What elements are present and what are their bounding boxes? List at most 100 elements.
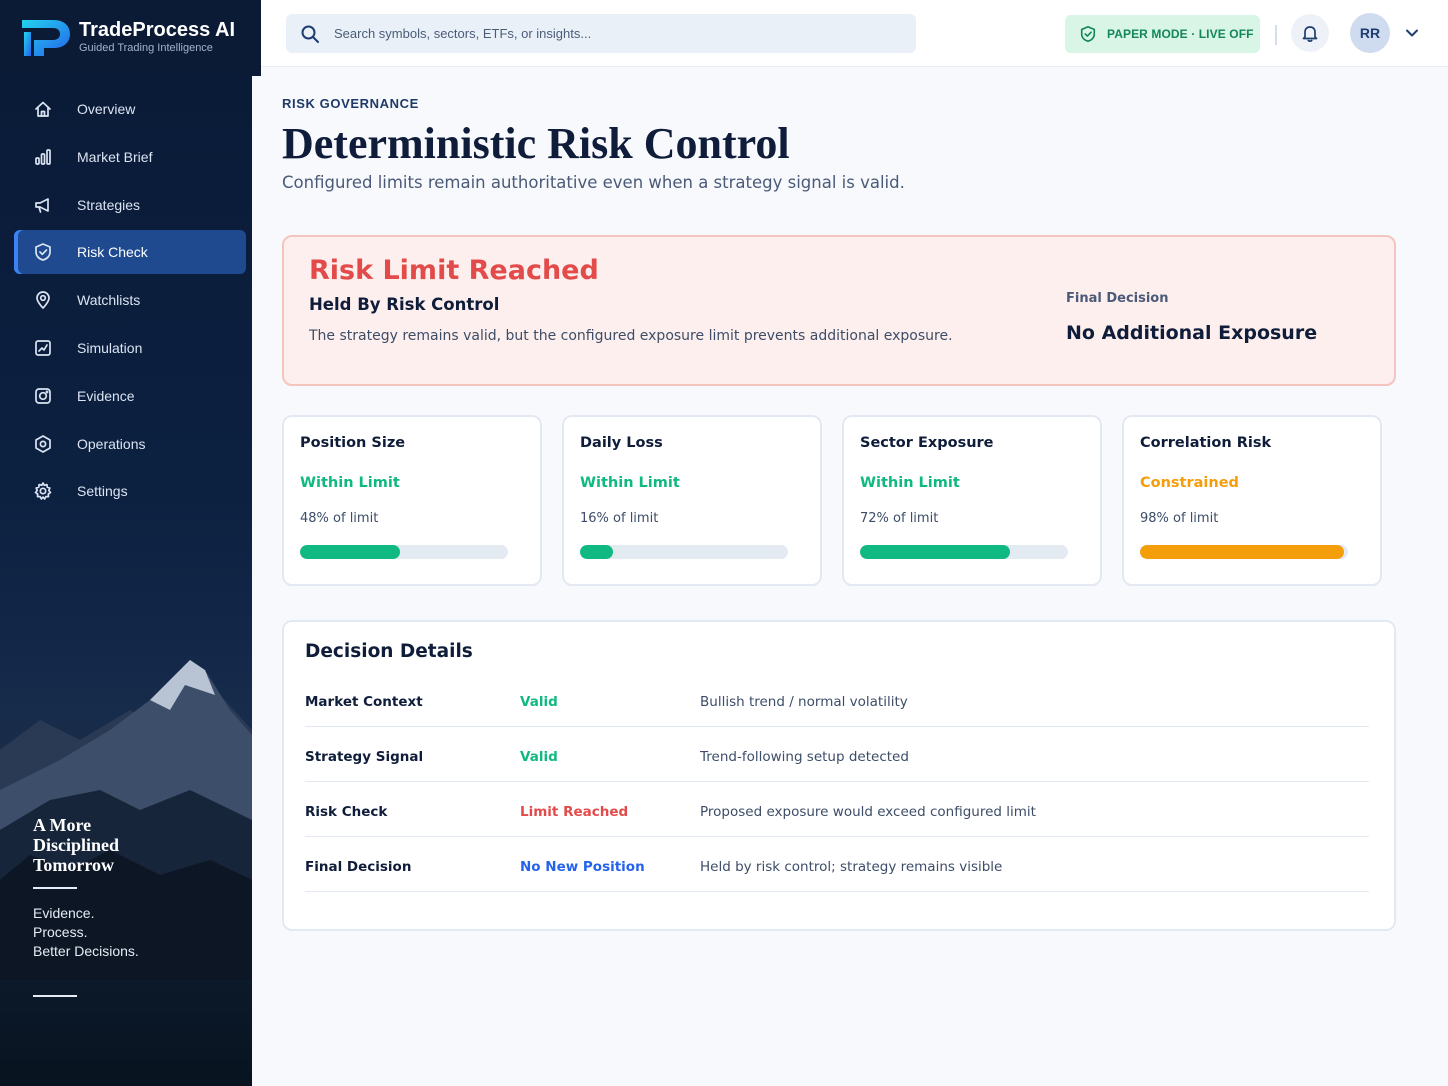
gear-icon <box>30 480 56 502</box>
row-label: Market Context <box>305 694 423 710</box>
sidebar-item-label: Risk Check <box>77 244 148 261</box>
sidebar-item-evidence[interactable]: Evidence <box>14 374 246 418</box>
bell-icon <box>1302 26 1318 42</box>
sidebar-nav: Overview Market Brief Strategies Risk Check… <box>14 87 246 517</box>
progress-fill <box>1140 545 1344 559</box>
alert-description: The strategy remains valid, but the conf… <box>309 328 953 344</box>
page-subtitle: Configured limits remain authoritative e… <box>282 173 905 192</box>
top-bar: PAPER MODE · LIVE OFF RR <box>261 0 1448 67</box>
sidebar-item-overview[interactable]: Overview <box>14 87 246 131</box>
chevron-down-icon[interactable] <box>1404 25 1420 41</box>
row-status: Limit Reached <box>520 804 629 820</box>
table-row: Final Decision No New Position Held by ris… <box>305 837 1369 892</box>
sidebar-item-operations[interactable]: Operations <box>14 422 246 466</box>
hexagon-icon <box>30 433 56 455</box>
metric-title: Position Size <box>300 435 406 451</box>
shield-check-icon <box>1080 25 1096 43</box>
progress-track <box>580 545 788 559</box>
home-icon <box>30 98 56 120</box>
metric-card-position-size[interactable]: Position Size Within Limit 48% of limit <box>282 415 542 586</box>
metric-card-correlation-risk[interactable]: Correlation Risk Constrained 98% of limit <box>1122 415 1382 586</box>
megaphone-icon <box>30 194 56 216</box>
logo-icon <box>22 20 70 56</box>
sidebar-item-simulation[interactable]: Simulation <box>14 326 246 370</box>
sidebar-item-strategies[interactable]: Strategies <box>14 183 246 227</box>
metric-title: Sector Exposure <box>860 435 994 451</box>
metric-percent: 98% of limit <box>1140 511 1219 526</box>
progress-track <box>860 545 1068 559</box>
final-decision-label: Final Decision <box>1066 291 1169 306</box>
alert-subtitle: Held By Risk Control <box>309 295 500 314</box>
sidebar-item-label: Operations <box>77 435 146 452</box>
row-status: No New Position <box>520 859 645 875</box>
sidebar-item-label: Strategies <box>77 196 141 213</box>
search-icon <box>301 25 319 43</box>
avatar[interactable]: RR <box>1350 13 1390 53</box>
brand-header[interactable]: TradeProcess AI Guided Trading Intellige… <box>0 0 261 76</box>
metric-status: Within Limit <box>860 475 960 491</box>
chart-box-icon <box>30 337 56 359</box>
metric-title: Daily Loss <box>580 435 663 451</box>
sidebar-item-label: Market Brief <box>77 148 153 165</box>
mode-label: PAPER MODE · LIVE OFF <box>1107 27 1254 41</box>
metric-status: Within Limit <box>580 475 680 491</box>
progress-fill <box>860 545 1010 559</box>
metric-percent: 48% of limit <box>300 511 379 526</box>
sidebar-item-label: Simulation <box>77 339 143 356</box>
metric-status: Within Limit <box>300 475 400 491</box>
metric-title: Correlation Risk <box>1140 435 1272 451</box>
decision-details-panel: Decision Details Market Context Valid Bull… <box>282 620 1396 931</box>
final-decision-value: No Additional Exposure <box>1066 322 1318 344</box>
alert-title: Risk Limit Reached <box>309 255 599 286</box>
table-row: Market Context Valid Bullish trend / norma… <box>305 672 1369 727</box>
risk-alert-panel: Risk Limit Reached Held By Risk Control … <box>282 235 1396 386</box>
metric-card-sector-exposure[interactable]: Sector Exposure Within Limit 72% of limit <box>842 415 1102 586</box>
sidebar-item-label: Watchlists <box>77 292 141 309</box>
row-status: Valid <box>520 749 558 765</box>
notifications-button[interactable] <box>1291 14 1329 52</box>
promo-divider-bottom <box>33 995 77 997</box>
sidebar-item-label: Settings <box>77 483 128 500</box>
promo-title: A More Disciplined Tomorrow <box>33 815 120 875</box>
camera-icon <box>30 385 56 407</box>
row-label: Final Decision <box>305 859 412 875</box>
sidebar: A More Disciplined Tomorrow Evidence. Pr… <box>0 0 252 1086</box>
paper-mode-badge[interactable]: PAPER MODE · LIVE OFF <box>1065 15 1260 53</box>
search-box[interactable] <box>286 14 916 53</box>
row-note: Trend-following setup detected <box>700 749 909 765</box>
row-note: Proposed exposure would exceed configure… <box>700 804 1036 820</box>
promo-lines: Evidence. Process. Better Decisions. <box>33 905 139 959</box>
bar-chart-icon <box>30 146 56 168</box>
sidebar-item-risk-check[interactable]: Risk Check <box>14 230 246 275</box>
sidebar-item-watchlists[interactable]: Watchlists <box>14 278 246 322</box>
sidebar-item-settings[interactable]: Settings <box>14 469 246 513</box>
details-title: Decision Details <box>305 641 473 662</box>
promo-divider <box>33 887 77 889</box>
shield-icon <box>30 241 56 263</box>
sidebar-item-label: Overview <box>77 101 136 117</box>
row-status: Valid <box>520 694 558 710</box>
row-note: Held by risk control; strategy remains v… <box>700 859 1003 875</box>
progress-track <box>300 545 508 559</box>
location-pin-icon <box>30 289 56 311</box>
metric-card-daily-loss[interactable]: Daily Loss Within Limit 16% of limit <box>562 415 822 586</box>
brand-tagline: Guided Trading Intelligence <box>79 42 213 54</box>
progress-fill <box>580 545 614 559</box>
brand-name: TradeProcess AI <box>79 19 236 41</box>
metric-percent: 72% of limit <box>860 511 939 526</box>
page-eyebrow: RISK GOVERNANCE <box>282 96 419 111</box>
row-label: Risk Check <box>305 804 388 820</box>
search-input[interactable] <box>334 14 904 53</box>
progress-track <box>1140 545 1348 559</box>
topbar-divider <box>1275 25 1277 45</box>
sidebar-item-market-brief[interactable]: Market Brief <box>14 135 246 179</box>
metric-percent: 16% of limit <box>580 511 659 526</box>
sidebar-item-label: Evidence <box>77 387 135 404</box>
table-row: Risk Check Limit Reached Proposed exposure… <box>305 782 1369 837</box>
metric-status: Constrained <box>1140 475 1239 491</box>
row-note: Bullish trend / normal volatility <box>700 694 908 710</box>
table-row: Strategy Signal Valid Trend-following setu… <box>305 727 1369 782</box>
page-title: Deterministic Risk Control <box>282 119 790 168</box>
row-label: Strategy Signal <box>305 749 424 765</box>
progress-fill <box>300 545 400 559</box>
